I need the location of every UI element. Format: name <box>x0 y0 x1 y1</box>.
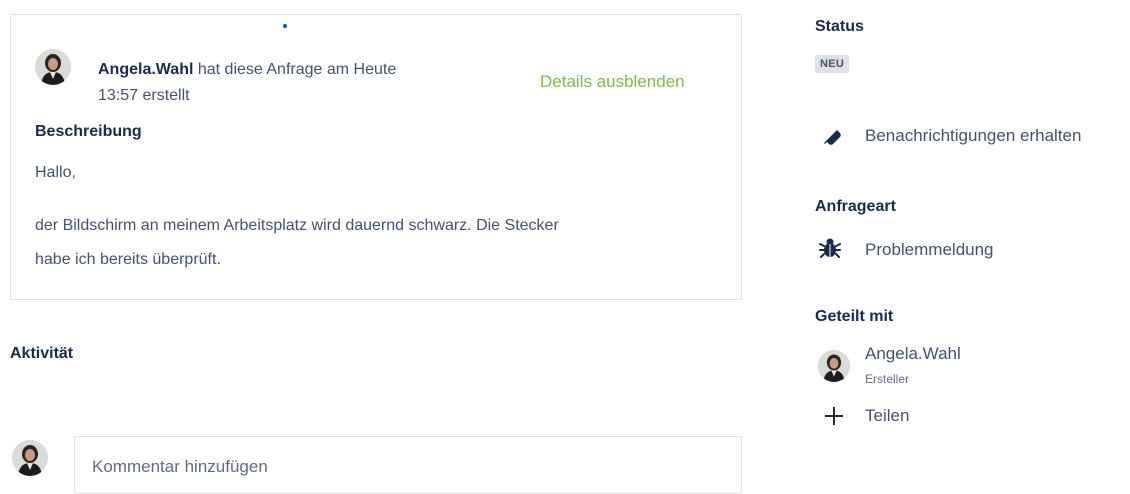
creator-avatar <box>35 49 71 85</box>
description-title: Beschreibung <box>35 123 142 140</box>
shared-user-name: Angela.Wahl <box>865 344 961 363</box>
created-time: 13:57 erstellt <box>98 87 190 104</box>
shared-user-role: Ersteller <box>865 372 910 386</box>
request-type-title: Anfrageart <box>815 198 896 215</box>
indicator-dot <box>283 24 287 28</box>
notifications-toggle[interactable]: Benachrichtigungen erhalten <box>865 126 1081 146</box>
creator-line: Angela.Wahl hat diese Anfrage am Heute 1… <box>98 57 518 109</box>
shared-user-avatar <box>818 350 850 382</box>
share-button[interactable]: Teilen <box>865 406 909 426</box>
bell-icon[interactable] <box>820 124 844 148</box>
status-badge: NEU <box>815 55 850 73</box>
current-user-avatar <box>12 440 48 476</box>
description-greeting: Hallo, <box>35 164 76 181</box>
plus-icon[interactable] <box>822 404 846 428</box>
description-line: der Bildschirm an meinem Arbeitsplatz wi… <box>35 217 559 234</box>
activity-title: Aktivität <box>10 345 74 362</box>
created-text: hat diese Anfrage am Heute <box>193 61 397 78</box>
comment-input[interactable]: Kommentar hinzufügen <box>74 436 742 494</box>
creator-name[interactable]: Angela.Wahl <box>98 61 193 78</box>
description-line: habe ich bereits überprüft. <box>35 251 221 268</box>
shared-with-title: Geteilt mit <box>815 308 894 325</box>
request-type-value: Problemmeldung <box>865 240 994 259</box>
hide-details-link[interactable]: Details ausblenden <box>540 72 685 92</box>
bug-icon <box>818 236 842 260</box>
comment-placeholder: Kommentar hinzufügen <box>92 457 268 476</box>
request-details-card: Angela.Wahl hat diese Anfrage am Heute 1… <box>10 14 742 300</box>
status-title: Status <box>815 18 864 35</box>
